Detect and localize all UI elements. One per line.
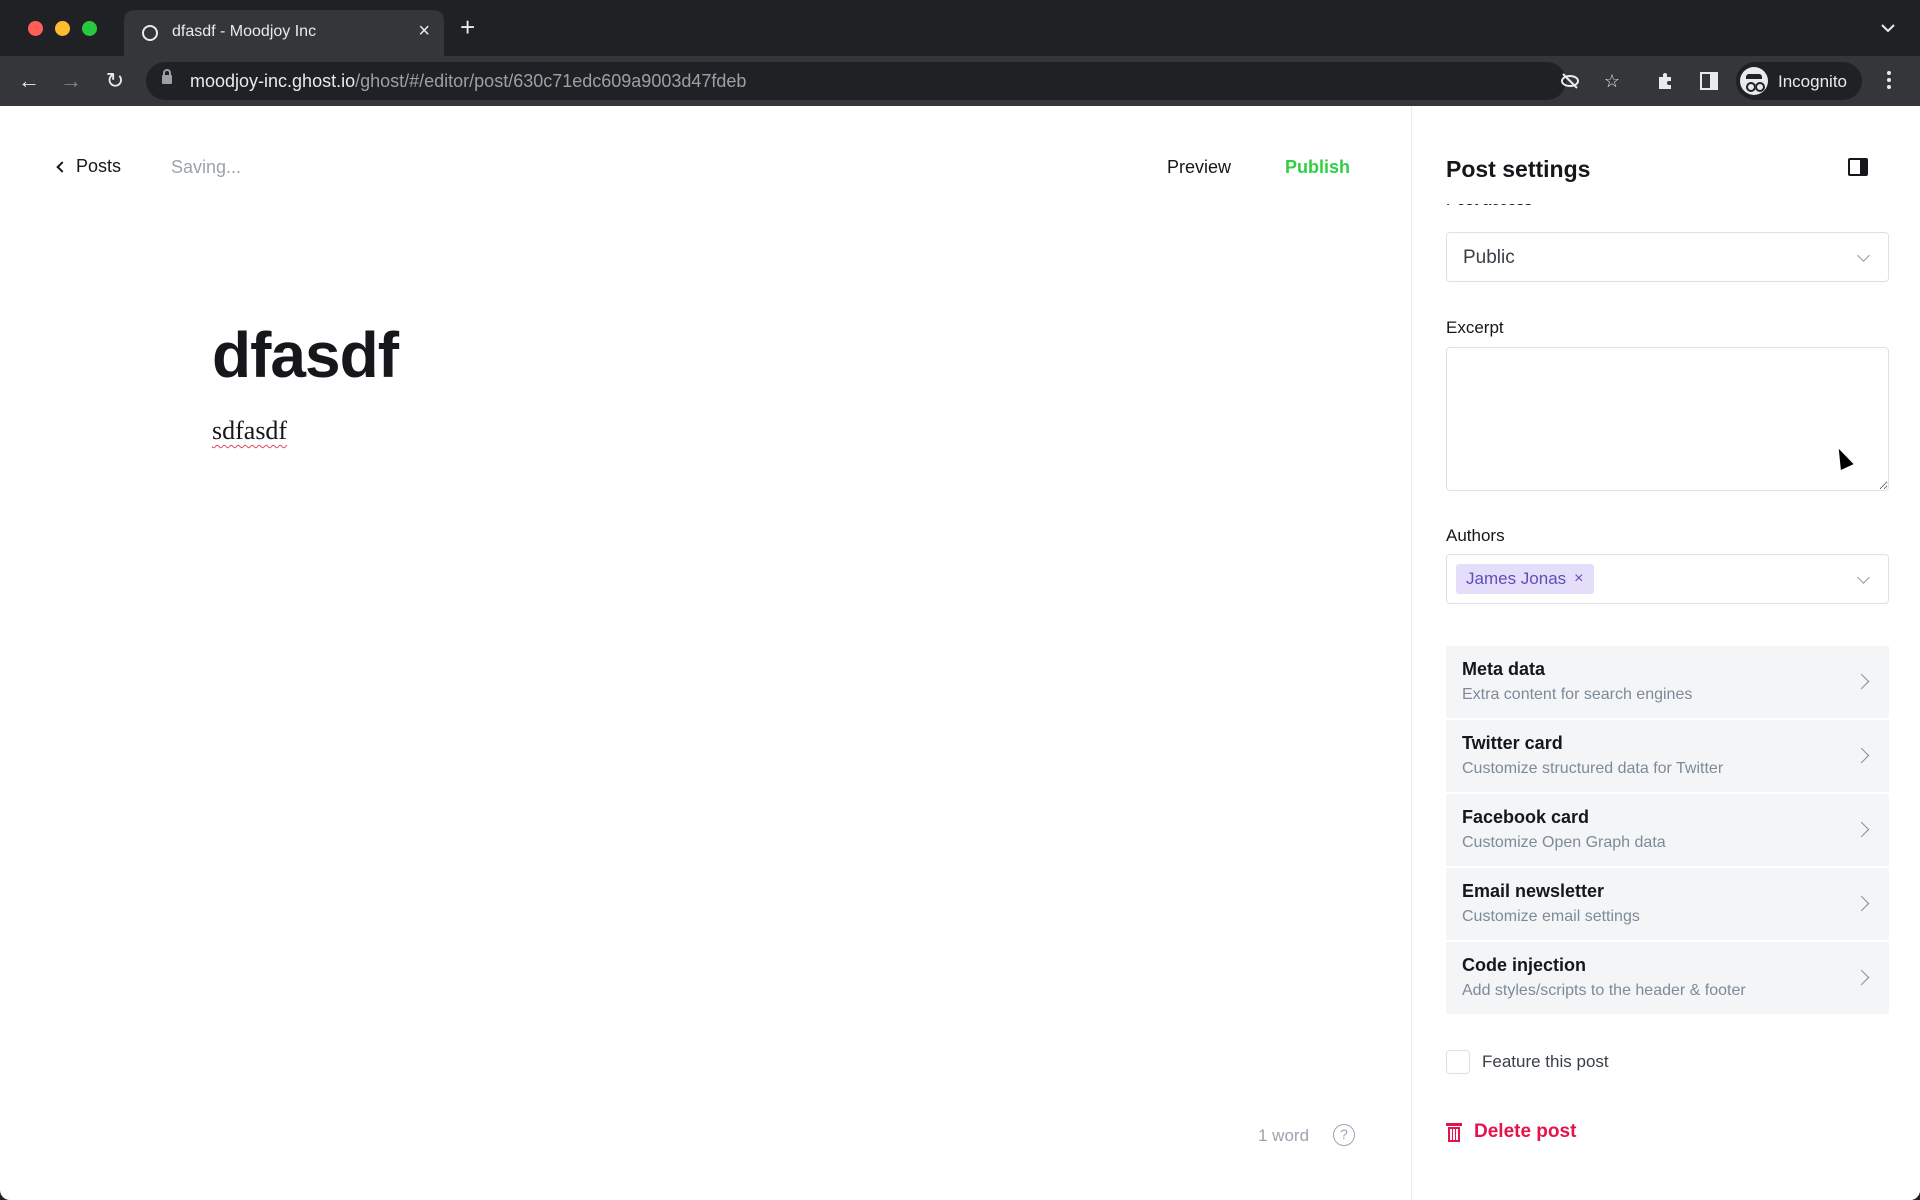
- settings-sections: Meta data Extra content for search engin…: [1446, 646, 1889, 1016]
- excerpt-textarea[interactable]: [1446, 347, 1889, 491]
- chevron-right-icon: [1853, 673, 1870, 690]
- chevron-right-icon: [1853, 821, 1870, 838]
- browser-menu-icon[interactable]: [1884, 68, 1894, 94]
- forward-arrow-icon[interactable]: →: [58, 68, 84, 94]
- feature-post-toggle[interactable]: Feature this post: [1446, 1050, 1609, 1074]
- bookmark-star-icon[interactable]: ☆: [1602, 71, 1622, 91]
- meta-data-section[interactable]: Meta data Extra content for search engin…: [1446, 646, 1889, 718]
- maximize-window-button[interactable]: [82, 21, 97, 36]
- post-access-label: Post access: [1446, 204, 1546, 212]
- section-subtitle: Customize structured data for Twitter: [1462, 760, 1724, 777]
- twitter-card-section[interactable]: Twitter card Customize structured data f…: [1446, 720, 1889, 792]
- delete-label: Delete post: [1474, 1121, 1577, 1142]
- section-subtitle: Add styles/scripts to the header & foote…: [1462, 982, 1746, 999]
- feature-checkbox[interactable]: [1446, 1050, 1470, 1074]
- facebook-card-section[interactable]: Facebook card Customize Open Graph data: [1446, 794, 1889, 866]
- url-path: /ghost/#/editor/post/630c71edc609a9003d4…: [355, 71, 747, 91]
- section-title: Meta data: [1462, 659, 1546, 679]
- author-name: James Jonas: [1466, 569, 1567, 588]
- close-window-button[interactable]: [28, 21, 43, 36]
- profile-label: Incognito: [1778, 72, 1847, 91]
- post-settings-panel: Post settings Post access Public Excerpt…: [1413, 106, 1920, 1200]
- address-bar[interactable]: moodjoy-inc.ghost.io/ghost/#/editor/post…: [146, 62, 1620, 100]
- tab-title: dfasdf - Moodjoy Inc: [172, 23, 317, 40]
- editor-area: Posts Saving... Preview Publish dfasdf s…: [0, 106, 1412, 1200]
- trash-icon: [1446, 1122, 1462, 1142]
- save-status: Saving...: [171, 157, 242, 177]
- toggle-settings-panel-icon[interactable]: [1848, 158, 1868, 176]
- help-icon[interactable]: ?: [1333, 1124, 1355, 1146]
- section-title: Facebook card: [1462, 807, 1590, 827]
- tab-search-chevron-icon[interactable]: [1878, 18, 1898, 38]
- post-title-input[interactable]: dfasdf: [212, 318, 399, 392]
- ghost-editor-page: Posts Saving... Preview Publish dfasdf s…: [0, 106, 1920, 1200]
- authors-label: Authors: [1446, 526, 1505, 545]
- browser-toolbar: ← → ↻ moodjoy-inc.ghost.io/ghost/#/edito…: [0, 56, 1920, 106]
- section-title: Twitter card: [1462, 733, 1563, 753]
- eye-slash-icon[interactable]: [1560, 71, 1580, 91]
- back-to-posts-link[interactable]: Posts: [56, 156, 122, 177]
- code-injection-section[interactable]: Code injection Add styles/scripts to the…: [1446, 942, 1889, 1014]
- browser-tab[interactable]: dfasdf - Moodjoy Inc ×: [124, 10, 444, 56]
- incognito-profile-button[interactable]: Incognito: [1736, 62, 1862, 100]
- post-access-select[interactable]: Public: [1446, 232, 1889, 282]
- preview-button[interactable]: Preview: [1167, 157, 1231, 178]
- post-body-editor[interactable]: sdfasdf: [212, 416, 287, 446]
- remove-author-icon[interactable]: ×: [1574, 564, 1583, 594]
- incognito-icon: [1740, 67, 1768, 95]
- post-access-value: Public: [1463, 247, 1515, 268]
- chevron-right-icon: [1853, 895, 1870, 912]
- section-title: Code injection: [1462, 955, 1587, 975]
- lock-icon: [162, 69, 172, 84]
- settings-title: Post settings: [1446, 156, 1591, 182]
- chevron-down-icon: [1857, 571, 1870, 584]
- authors-select[interactable]: James Jonas ×: [1446, 554, 1889, 604]
- delete-post-button[interactable]: Delete post: [1446, 1121, 1576, 1143]
- close-tab-icon[interactable]: ×: [418, 20, 430, 43]
- minimize-window-button[interactable]: [55, 21, 70, 36]
- email-newsletter-section[interactable]: Email newsletter Customize email setting…: [1446, 868, 1889, 940]
- publish-button[interactable]: Publish: [1285, 157, 1350, 178]
- url-text[interactable]: moodjoy-inc.ghost.io/ghost/#/editor/post…: [190, 71, 746, 92]
- excerpt-label: Excerpt: [1446, 318, 1504, 337]
- back-label: Posts: [76, 156, 122, 176]
- back-arrow-icon[interactable]: ←: [16, 68, 42, 94]
- word-count: 1 word: [1258, 1126, 1310, 1145]
- side-panel-icon[interactable]: [1698, 70, 1720, 92]
- feature-label: Feature this post: [1482, 1052, 1609, 1071]
- reload-icon[interactable]: ↻: [102, 68, 128, 94]
- url-host: moodjoy-inc.ghost.io: [190, 71, 356, 91]
- browser-tab-bar: dfasdf - Moodjoy Inc × +: [0, 0, 1920, 56]
- chevron-down-icon: [1857, 249, 1870, 262]
- chevron-right-icon: [1853, 747, 1870, 764]
- chevron-right-icon: [1853, 969, 1870, 986]
- extensions-puzzle-icon[interactable]: [1655, 70, 1677, 92]
- chevron-left-icon: [56, 160, 68, 173]
- new-tab-button[interactable]: +: [460, 14, 475, 40]
- section-subtitle: Customize Open Graph data: [1462, 834, 1666, 851]
- author-chip[interactable]: James Jonas ×: [1456, 564, 1594, 594]
- ghost-favicon-icon: [142, 25, 158, 41]
- section-title: Email newsletter: [1462, 881, 1605, 901]
- section-subtitle: Extra content for search engines: [1462, 686, 1693, 703]
- section-subtitle: Customize email settings: [1462, 908, 1640, 925]
